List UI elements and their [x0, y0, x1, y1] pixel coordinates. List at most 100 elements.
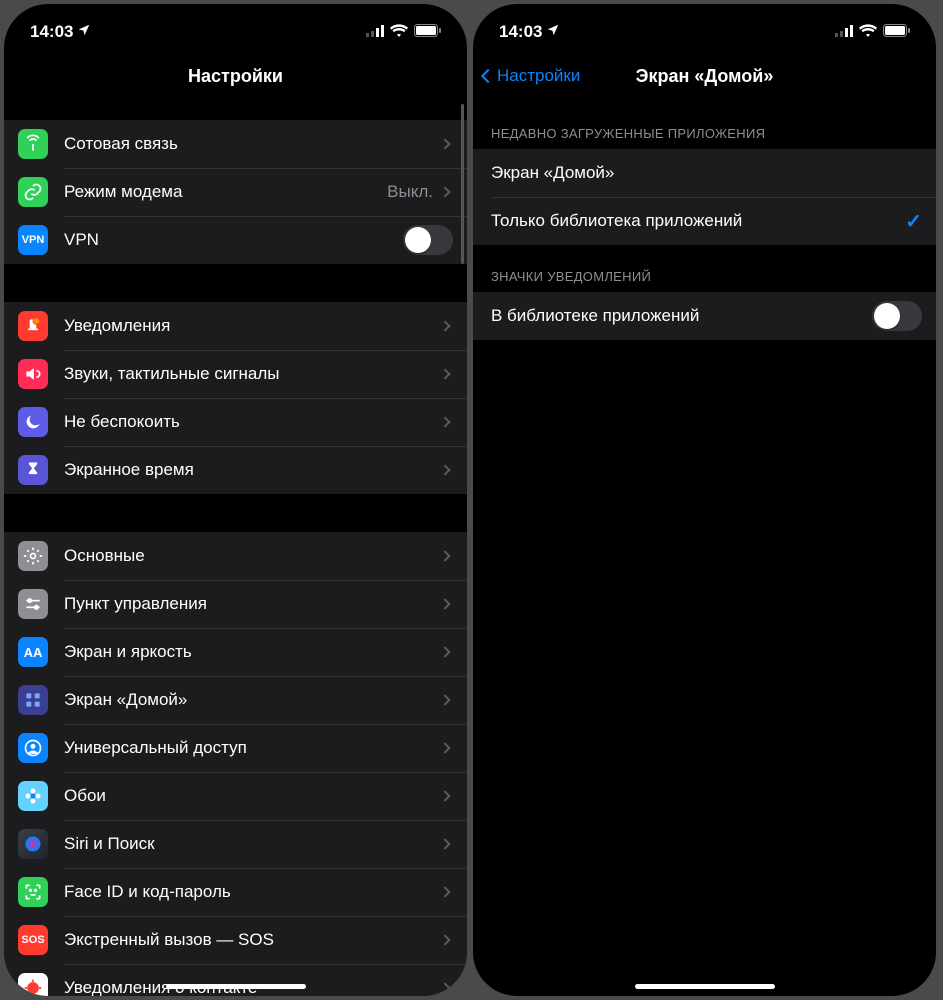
row-label: Универсальный доступ: [64, 738, 441, 758]
row-label: Face ID и код-пароль: [64, 882, 441, 902]
settings-row-cellular[interactable]: Сотовая связь: [4, 120, 467, 168]
chevron-right-icon: [439, 320, 450, 331]
row-value: Выкл.: [387, 182, 433, 202]
option-row-badges-lib[interactable]: В библиотеке приложений: [473, 292, 936, 340]
settings-row-faceid[interactable]: Face ID и код-пароль: [4, 868, 467, 916]
nav-bar: Настройки: [4, 50, 467, 102]
row-label: Сотовая связь: [64, 134, 441, 154]
settings-list[interactable]: Сотовая связьРежим модемаВыкл.VPNVPN Уве…: [4, 102, 467, 996]
phone-homescreen-settings: 14:03 Настройки Экран «Домой» Недавно за…: [473, 4, 936, 996]
toggle-badges-lib[interactable]: [872, 301, 922, 331]
chevron-right-icon: [439, 550, 450, 561]
toggle-vpn[interactable]: [403, 225, 453, 255]
homescreen-settings-list[interactable]: Недавно загруженные приложения Экран «До…: [473, 102, 936, 996]
chevron-right-icon: [439, 838, 450, 849]
row-label: Не беспокоить: [64, 412, 441, 432]
settings-row-exposure[interactable]: Уведомления о контакте: [4, 964, 467, 996]
gear-icon: [18, 541, 48, 571]
chevron-right-icon: [439, 742, 450, 753]
chevron-left-icon: [481, 69, 495, 83]
status-time: 14:03: [499, 22, 542, 42]
row-label: Siri и Поиск: [64, 834, 441, 854]
chevron-right-icon: [439, 646, 450, 657]
section-header-badges: Значки уведомлений: [473, 245, 936, 292]
nav-bar: Настройки Экран «Домой»: [473, 50, 936, 102]
location-icon: [77, 22, 91, 42]
location-icon: [546, 22, 560, 42]
moon-icon: [18, 407, 48, 437]
battery-icon: [883, 22, 910, 42]
sos-text-icon: SOS: [18, 925, 48, 955]
phone-settings: 14:03 Настройки Сотовая связь Режим модем…: [4, 4, 467, 996]
person-icon: [18, 733, 48, 763]
chevron-right-icon: [439, 186, 450, 197]
option-row-addto-lib[interactable]: Только библиотека приложений✓: [473, 197, 936, 245]
row-label: Экстренный вызов — SOS: [64, 930, 441, 950]
chevron-right-icon: [439, 464, 450, 475]
battery-icon: [414, 22, 441, 42]
chevron-right-icon: [439, 694, 450, 705]
antenna-icon: [18, 129, 48, 159]
siri-icon: [18, 829, 48, 859]
row-label: Основные: [64, 546, 441, 566]
flower-icon: [18, 781, 48, 811]
scrollbar[interactable]: [461, 104, 464, 264]
home-indicator[interactable]: [635, 984, 775, 989]
home-indicator[interactable]: [166, 984, 306, 989]
page-title: Настройки: [188, 66, 283, 87]
status-bar: 14:03: [473, 4, 936, 50]
row-label: Пункт управления: [64, 594, 441, 614]
settings-row-hotspot[interactable]: Режим модемаВыкл.: [4, 168, 467, 216]
chevron-right-icon: [439, 368, 450, 379]
row-label: Экран «Домой»: [491, 163, 922, 183]
sliders-icon: [18, 589, 48, 619]
settings-row-screentime[interactable]: Экранное время: [4, 446, 467, 494]
settings-row-accessibility[interactable]: Универсальный доступ: [4, 724, 467, 772]
cell-signal-icon: [366, 22, 384, 42]
row-label: Только библиотека приложений: [491, 211, 905, 231]
hourglass-icon: [18, 455, 48, 485]
speaker-icon: [18, 359, 48, 389]
row-label: Обои: [64, 786, 441, 806]
option-row-addto-home[interactable]: Экран «Домой»: [473, 149, 936, 197]
wifi-icon: [390, 22, 408, 42]
aa-icon: AA: [18, 637, 48, 667]
settings-row-siri[interactable]: Siri и Поиск: [4, 820, 467, 868]
chevron-right-icon: [439, 934, 450, 945]
chevron-right-icon: [439, 790, 450, 801]
chevron-right-icon: [439, 598, 450, 609]
chevron-right-icon: [439, 416, 450, 427]
checkmark-icon: ✓: [905, 209, 922, 234]
section-header-recent: Недавно загруженные приложения: [473, 102, 936, 149]
settings-row-wallpaper[interactable]: Обои: [4, 772, 467, 820]
back-button[interactable]: Настройки: [483, 66, 580, 86]
settings-row-general[interactable]: Основные: [4, 532, 467, 580]
status-time: 14:03: [30, 22, 73, 42]
settings-row-sounds[interactable]: Звуки, тактильные сигналы: [4, 350, 467, 398]
faceid-icon: [18, 877, 48, 907]
settings-row-vpn[interactable]: VPNVPN: [4, 216, 467, 264]
settings-row-sos[interactable]: SOS Экстренный вызов — SOS: [4, 916, 467, 964]
row-label: Звуки, тактильные сигналы: [64, 364, 441, 384]
wifi-icon: [859, 22, 877, 42]
cell-signal-icon: [835, 22, 853, 42]
chevron-right-icon: [439, 886, 450, 897]
settings-row-notifications[interactable]: Уведомления: [4, 302, 467, 350]
grid-icon: [18, 685, 48, 715]
settings-row-homescreen[interactable]: Экран «Домой»: [4, 676, 467, 724]
back-label: Настройки: [497, 66, 580, 86]
virus-icon: [18, 973, 48, 996]
row-label: Режим модема: [64, 182, 387, 202]
row-label: Экранное время: [64, 460, 441, 480]
row-label: Уведомления: [64, 316, 441, 336]
settings-row-controlcenter[interactable]: Пункт управления: [4, 580, 467, 628]
row-label: Экран и яркость: [64, 642, 441, 662]
settings-row-dnd[interactable]: Не беспокоить: [4, 398, 467, 446]
row-label: Экран «Домой»: [64, 690, 441, 710]
settings-row-display[interactable]: AA Экран и яркость: [4, 628, 467, 676]
chevron-right-icon: [439, 138, 450, 149]
link-icon: [18, 177, 48, 207]
status-bar: 14:03: [4, 4, 467, 50]
vpn-text-icon: VPN: [18, 225, 48, 255]
row-label: В библиотеке приложений: [491, 306, 872, 326]
